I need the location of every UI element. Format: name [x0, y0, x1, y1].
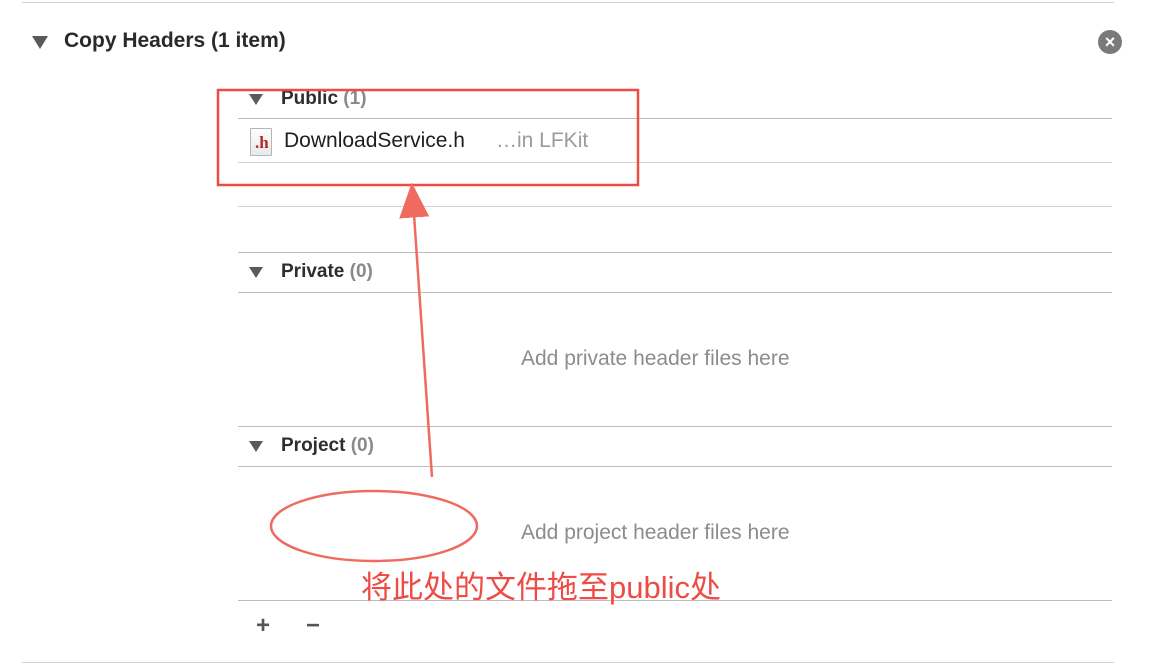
drag-arrow: [399, 182, 434, 478]
annotation-text: 将此处的文件拖至public处: [361, 570, 721, 605]
source-ellipse: [269, 489, 479, 563]
highlight-box: [216, 88, 640, 187]
